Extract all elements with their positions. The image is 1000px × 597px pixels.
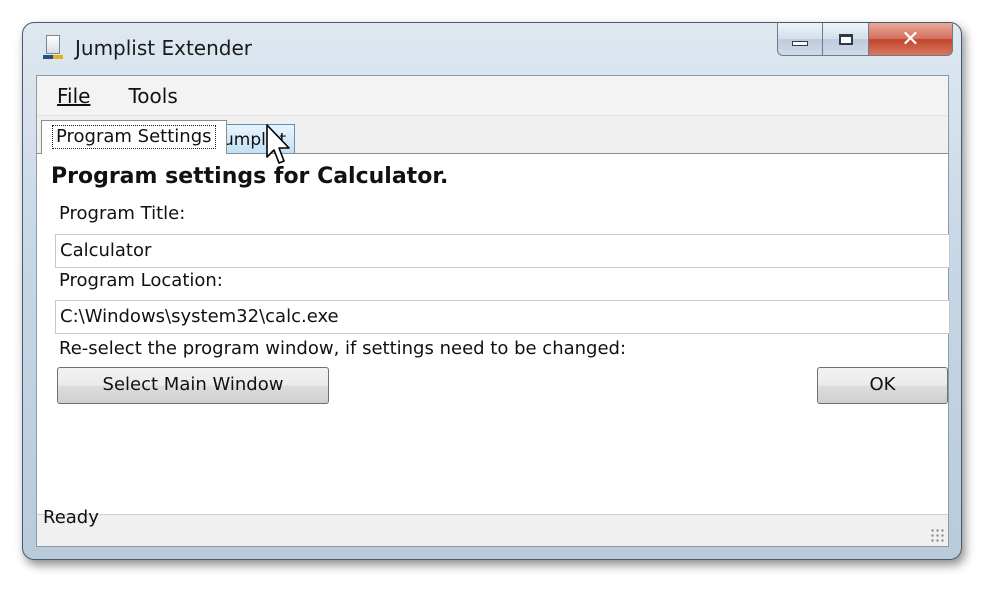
app-icon <box>43 35 63 59</box>
status-text: Ready <box>43 507 99 528</box>
minimize-icon <box>792 40 808 46</box>
title-bar[interactable]: Jumplist Extender ✕ <box>23 23 961 75</box>
minimize-button[interactable] <box>777 23 823 56</box>
maximize-icon <box>838 33 853 45</box>
resize-grip-icon[interactable] <box>930 528 944 542</box>
tab-program-settings[interactable]: Program Settings <box>41 120 227 154</box>
program-title-label: Program Title: <box>59 203 186 224</box>
select-main-window-button[interactable]: Select Main Window <box>57 367 329 404</box>
tab-strip: Program Settings Jumplist <box>37 116 948 154</box>
app-window: Jumplist Extender ✕ File Tools Program S… <box>22 22 962 560</box>
maximize-button[interactable] <box>823 23 869 56</box>
program-title-field[interactable]: Calculator <box>55 234 950 268</box>
status-bar: Ready <box>37 507 948 546</box>
program-location-label: Program Location: <box>59 270 223 291</box>
ok-button[interactable]: OK <box>817 367 948 404</box>
program-location-field[interactable]: C:\Windows\system32\calc.exe <box>55 300 950 334</box>
menu-tools[interactable]: Tools <box>122 82 183 110</box>
window-title: Jumplist Extender <box>75 36 253 60</box>
program-settings-page: Program settings for Calculator. Program… <box>37 153 950 514</box>
pointer-cursor-icon <box>266 124 290 164</box>
page-title: Program settings for Calculator. <box>51 164 449 189</box>
close-icon: ✕ <box>901 26 920 52</box>
caption-buttons: ✕ <box>777 23 953 56</box>
close-button[interactable]: ✕ <box>869 23 953 56</box>
menu-file[interactable]: File <box>51 82 96 110</box>
menu-bar: File Tools <box>37 76 948 116</box>
reselect-hint: Re-select the program window, if setting… <box>59 338 627 359</box>
client-area: File Tools Program Settings Jumplist Pro… <box>36 75 950 547</box>
tab-program-settings-label: Program Settings <box>52 125 216 149</box>
